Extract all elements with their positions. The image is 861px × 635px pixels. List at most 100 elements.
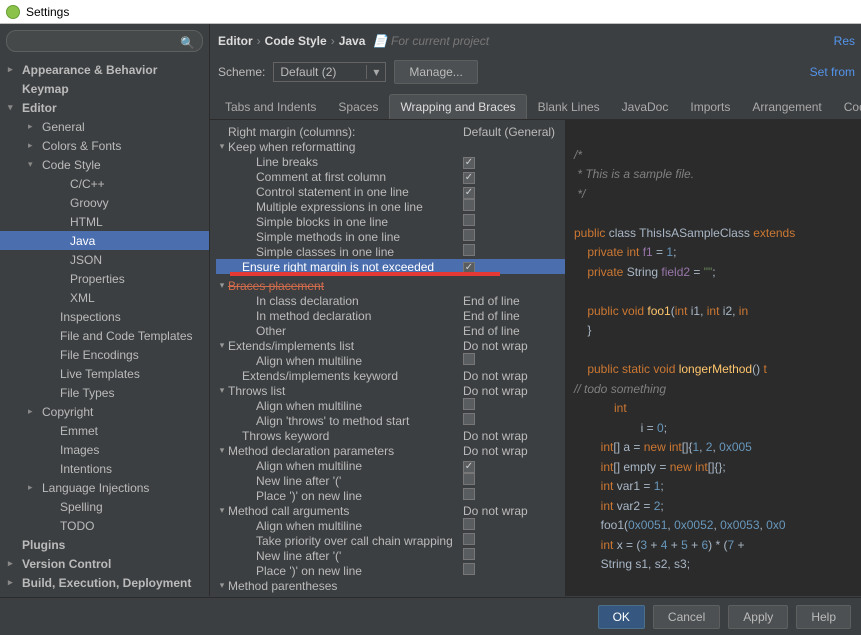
option-row[interactable]: Place ')' on new line xyxy=(216,563,565,578)
manage-button[interactable]: Manage... xyxy=(394,60,477,84)
checkbox[interactable] xyxy=(463,473,475,485)
option-value[interactable]: Do not wrap xyxy=(463,429,559,443)
settings-tree[interactable]: ▸Appearance & BehaviorKeymap▾Editor▸Gene… xyxy=(0,58,209,596)
checkbox[interactable] xyxy=(463,533,475,545)
apply-button[interactable]: Apply xyxy=(728,605,788,629)
checkbox[interactable] xyxy=(463,563,475,575)
option-row[interactable]: Place ')' on new line xyxy=(216,488,565,503)
sidebar-item-version-control[interactable]: ▸Version Control xyxy=(0,554,209,573)
sidebar-item-code-style[interactable]: ▾Code Style xyxy=(0,155,209,174)
checkbox[interactable] xyxy=(463,199,475,211)
option-value[interactable]: End of line xyxy=(463,324,559,338)
checkbox[interactable] xyxy=(463,244,475,256)
option-row[interactable]: ▾Braces placement xyxy=(216,278,565,293)
option-row[interactable]: Extends/implements keywordDo not wrap xyxy=(216,368,565,383)
option-row[interactable]: Align when multiline xyxy=(216,458,565,473)
wrapping-options-panel[interactable]: Right margin (columns):Default (General)… xyxy=(210,120,566,596)
ok-button[interactable]: OK xyxy=(598,605,645,629)
search-input[interactable] xyxy=(6,30,203,52)
option-row[interactable]: Align when multiline xyxy=(216,398,565,413)
sidebar-item-todo[interactable]: TODO xyxy=(0,516,209,535)
tab-tabs-and-indents[interactable]: Tabs and Indents xyxy=(214,94,327,119)
option-row[interactable]: Throws keywordDo not wrap xyxy=(216,428,565,443)
sidebar-item-intentions[interactable]: Intentions xyxy=(0,459,209,478)
option-row[interactable]: Simple classes in one line xyxy=(216,244,565,259)
tab-spaces[interactable]: Spaces xyxy=(327,94,389,119)
option-row[interactable]: New line after '(' xyxy=(216,473,565,488)
search-icon[interactable]: 🔍 xyxy=(180,36,195,50)
option-row[interactable]: In method declarationEnd of line xyxy=(216,308,565,323)
option-row[interactable]: Simple methods in one line xyxy=(216,229,565,244)
option-row[interactable]: ▾Throws listDo not wrap xyxy=(216,383,565,398)
sidebar-item-keymap[interactable]: Keymap xyxy=(0,79,209,98)
caret-down-icon[interactable]: ▾ xyxy=(366,65,379,79)
option-row[interactable]: Align 'throws' to method start xyxy=(216,413,565,428)
sidebar-item-inspections[interactable]: Inspections xyxy=(0,307,209,326)
set-from-link[interactable]: Set from xyxy=(810,65,855,79)
checkbox[interactable] xyxy=(463,548,475,560)
sidebar-item-colors-fonts[interactable]: ▸Colors & Fonts xyxy=(0,136,209,155)
sidebar-item-groovy[interactable]: Groovy xyxy=(0,193,209,212)
sidebar-item-live-templates[interactable]: Live Templates xyxy=(0,364,209,383)
sidebar-item-html[interactable]: HTML xyxy=(0,212,209,231)
sidebar-item-language-injections[interactable]: ▸Language Injections xyxy=(0,478,209,497)
sidebar-item-build-execution-deployment[interactable]: ▸Build, Execution, Deployment xyxy=(0,573,209,592)
option-row[interactable]: Align when multiline xyxy=(216,518,565,533)
option-value[interactable]: Do not wrap xyxy=(463,384,559,398)
checkbox[interactable] xyxy=(463,214,475,226)
option-row[interactable]: Multiple expressions in one line xyxy=(216,199,565,214)
checkbox[interactable] xyxy=(463,461,475,473)
checkbox[interactable] xyxy=(463,488,475,500)
option-row[interactable]: Right margin (columns):Default (General) xyxy=(216,124,565,139)
tab-code-generation[interactable]: Code Generation xyxy=(833,94,861,119)
checkbox[interactable] xyxy=(463,172,475,184)
sidebar-item-file-and-code-templates[interactable]: File and Code Templates xyxy=(0,326,209,345)
option-row[interactable]: In class declarationEnd of line xyxy=(216,293,565,308)
option-row[interactable]: Line breaks xyxy=(216,154,565,169)
option-row[interactable]: ▾Extends/implements listDo not wrap xyxy=(216,338,565,353)
tab-imports[interactable]: Imports xyxy=(679,94,741,119)
option-value[interactable]: End of line xyxy=(463,309,559,323)
option-row[interactable]: ▾Keep when reformatting xyxy=(216,139,565,154)
sidebar-item-properties[interactable]: Properties xyxy=(0,269,209,288)
sidebar-item-java[interactable]: Java xyxy=(0,231,209,250)
sidebar-item-general[interactable]: ▸General xyxy=(0,117,209,136)
tab-wrapping-and-braces[interactable]: Wrapping and Braces xyxy=(389,94,526,119)
option-value[interactable]: Do not wrap xyxy=(463,444,559,458)
sidebar-item-appearance-behavior[interactable]: ▸Appearance & Behavior xyxy=(0,60,209,79)
breadcrumb-codestyle[interactable]: Code Style xyxy=(265,34,327,48)
help-button[interactable]: Help xyxy=(796,605,851,629)
cancel-button[interactable]: Cancel xyxy=(653,605,720,629)
option-value[interactable]: Do not wrap xyxy=(463,504,559,518)
sidebar-item-file-encodings[interactable]: File Encodings xyxy=(0,345,209,364)
sidebar-item-plugins[interactable]: Plugins xyxy=(0,535,209,554)
option-row[interactable]: Align when multiline xyxy=(216,353,565,368)
option-row[interactable]: Comment at first column xyxy=(216,169,565,184)
option-row[interactable]: ▾Method parentheses xyxy=(216,578,565,593)
option-row[interactable]: ▾Method declaration parametersDo not wra… xyxy=(216,443,565,458)
checkbox[interactable] xyxy=(463,187,475,199)
option-row[interactable]: Simple blocks in one line xyxy=(216,214,565,229)
checkbox[interactable] xyxy=(463,229,475,241)
option-value[interactable]: Do not wrap xyxy=(463,339,559,353)
option-value[interactable]: Default (General) xyxy=(463,125,559,139)
sidebar-item-copyright[interactable]: ▸Copyright xyxy=(0,402,209,421)
sidebar-item-languages-frameworks[interactable]: ▸Languages & Frameworks xyxy=(0,592,209,596)
checkbox[interactable] xyxy=(463,157,475,169)
checkbox[interactable] xyxy=(463,413,475,425)
option-row[interactable]: New line after '(' xyxy=(216,548,565,563)
option-row[interactable]: Control statement in one line xyxy=(216,184,565,199)
option-row[interactable]: ▾Method call argumentsDo not wrap xyxy=(216,503,565,518)
sidebar-item-json[interactable]: JSON xyxy=(0,250,209,269)
breadcrumb-editor[interactable]: Editor xyxy=(218,34,253,48)
breadcrumb-java[interactable]: Java xyxy=(339,34,366,48)
tab-arrangement[interactable]: Arrangement xyxy=(741,94,832,119)
option-value[interactable]: End of line xyxy=(463,294,559,308)
option-value[interactable]: Do not wrap xyxy=(463,369,559,383)
checkbox[interactable] xyxy=(463,353,475,365)
sidebar-item-c-c-[interactable]: C/C++ xyxy=(0,174,209,193)
sidebar-item-emmet[interactable]: Emmet xyxy=(0,421,209,440)
sidebar-item-spelling[interactable]: Spelling xyxy=(0,497,209,516)
option-row[interactable]: OtherEnd of line xyxy=(216,323,565,338)
sidebar-item-editor[interactable]: ▾Editor xyxy=(0,98,209,117)
